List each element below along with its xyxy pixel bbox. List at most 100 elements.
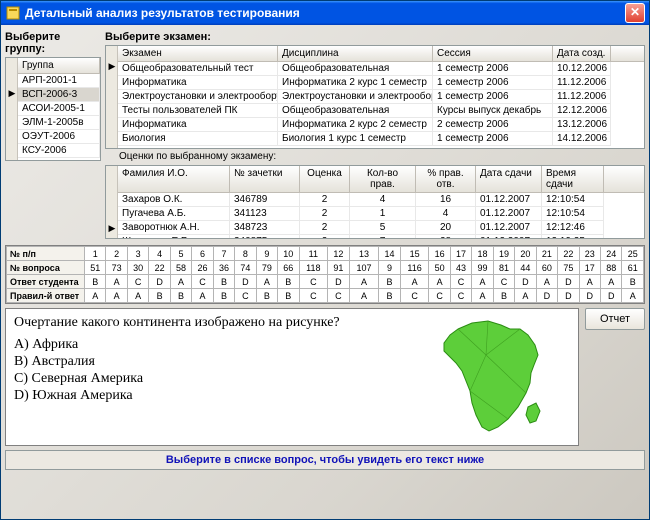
student-row[interactable]: Шарикова Е.Р.340875272801.12.200712:19:2… bbox=[118, 235, 644, 239]
answer-cell[interactable]: C bbox=[127, 275, 148, 289]
answer-cell[interactable]: 36 bbox=[213, 261, 234, 275]
answer-cell[interactable]: 1 bbox=[85, 247, 106, 261]
answer-cell[interactable]: A bbox=[536, 275, 557, 289]
answer-cell[interactable]: C bbox=[493, 275, 514, 289]
answer-cell[interactable]: B bbox=[149, 289, 170, 303]
answer-cell[interactable]: B bbox=[213, 289, 234, 303]
exam-row[interactable]: ИнформатикаИнформатика 2 курс 2 семестр2… bbox=[118, 118, 644, 132]
answer-cell[interactable]: 16 bbox=[429, 247, 450, 261]
answer-cell[interactable]: C bbox=[400, 289, 429, 303]
answer-cell[interactable]: 21 bbox=[536, 247, 557, 261]
answer-cell[interactable]: 116 bbox=[400, 261, 429, 275]
answer-cell[interactable]: 26 bbox=[192, 261, 213, 275]
answer-cell[interactable]: A bbox=[106, 275, 127, 289]
answer-cell[interactable]: A bbox=[349, 289, 379, 303]
answer-cell[interactable]: 9 bbox=[379, 261, 400, 275]
answer-cell[interactable]: 2 bbox=[106, 247, 127, 261]
close-button[interactable]: ✕ bbox=[625, 3, 645, 23]
group-row[interactable]: АРП-2001-1 bbox=[18, 74, 100, 88]
exam-row[interactable]: ИнформатикаИнформатика 2 курс 1 семестр1… bbox=[118, 76, 644, 90]
answer-cell[interactable]: 60 bbox=[536, 261, 557, 275]
exam-row[interactable]: Тесты пользователей ПКОбщеобразовательна… bbox=[118, 104, 644, 118]
answer-cell[interactable]: A bbox=[472, 275, 493, 289]
answer-cell[interactable]: 51 bbox=[85, 261, 106, 275]
answer-cell[interactable]: A bbox=[170, 275, 191, 289]
answer-cell[interactable]: B bbox=[493, 289, 514, 303]
answer-cell[interactable]: 50 bbox=[429, 261, 450, 275]
answer-cell[interactable]: 19 bbox=[493, 247, 514, 261]
answer-cell[interactable]: D bbox=[515, 275, 536, 289]
answer-cell[interactable]: A bbox=[622, 289, 644, 303]
report-button[interactable]: Отчет bbox=[585, 308, 645, 330]
answer-cell[interactable]: 73 bbox=[106, 261, 127, 275]
answer-cell[interactable]: 79 bbox=[256, 261, 277, 275]
answer-cell[interactable]: 8 bbox=[235, 247, 256, 261]
exam-row[interactable]: Общеобразовательный тестОбщеобразователь… bbox=[118, 62, 644, 76]
answer-cell[interactable]: 23 bbox=[579, 247, 600, 261]
answer-cell[interactable]: B bbox=[379, 275, 400, 289]
answer-cell[interactable]: D bbox=[558, 289, 579, 303]
answer-cell[interactable]: A bbox=[106, 289, 127, 303]
answer-cell[interactable]: 11 bbox=[299, 247, 328, 261]
answer-cell[interactable]: A bbox=[400, 275, 429, 289]
answer-cell[interactable]: 22 bbox=[558, 247, 579, 261]
student-row[interactable]: Пугачева А.Б.34112321401.12.200712:10:54 bbox=[118, 207, 644, 221]
answer-cell[interactable]: B bbox=[278, 275, 299, 289]
group-row[interactable]: ОЭУТ-2006 bbox=[18, 130, 100, 144]
answer-cell[interactable]: 24 bbox=[601, 247, 622, 261]
answer-cell[interactable]: A bbox=[85, 289, 106, 303]
answer-cell[interactable]: A bbox=[579, 275, 600, 289]
answer-cell[interactable]: 9 bbox=[256, 247, 277, 261]
answer-cell[interactable]: B bbox=[278, 289, 299, 303]
answer-cell[interactable]: 74 bbox=[235, 261, 256, 275]
answer-cell[interactable]: 18 bbox=[472, 247, 493, 261]
answer-cell[interactable]: 17 bbox=[450, 247, 471, 261]
answer-cell[interactable]: B bbox=[379, 289, 400, 303]
answer-cell[interactable]: A bbox=[127, 289, 148, 303]
answer-cell[interactable]: D bbox=[579, 289, 600, 303]
answer-cell[interactable]: 75 bbox=[558, 261, 579, 275]
group-row[interactable]: ВСП-2006-3 bbox=[18, 88, 100, 102]
answer-cell[interactable]: 6 bbox=[192, 247, 213, 261]
answer-cell[interactable]: 14 bbox=[379, 247, 400, 261]
answer-cell[interactable]: D bbox=[235, 275, 256, 289]
answer-cell[interactable]: D bbox=[536, 289, 557, 303]
answer-cell[interactable]: B bbox=[622, 275, 644, 289]
answer-cell[interactable]: 5 bbox=[170, 247, 191, 261]
answer-cell[interactable]: 66 bbox=[278, 261, 299, 275]
answer-cell[interactable]: 99 bbox=[472, 261, 493, 275]
answer-cell[interactable]: 81 bbox=[493, 261, 514, 275]
answer-cell[interactable]: C bbox=[299, 289, 328, 303]
group-listbox[interactable]: ▶ Группа АРП-2001-1ВСП-2006-3АСОИ-2005-1… bbox=[5, 57, 101, 161]
answer-cell[interactable]: 25 bbox=[622, 247, 644, 261]
answer-cell[interactable]: 10 bbox=[278, 247, 299, 261]
students-table[interactable]: ▶ Фамилия И.О. № зачетки Оценка Кол-во п… bbox=[105, 165, 645, 239]
group-row[interactable]: КСУ-2006 bbox=[18, 144, 100, 158]
answer-cell[interactable]: 88 bbox=[601, 261, 622, 275]
group-row[interactable]: АСОИ-2005-1 bbox=[18, 102, 100, 116]
student-row[interactable]: Захаров О.К.346789241601.12.200712:10:54 bbox=[118, 193, 644, 207]
answer-cell[interactable]: C bbox=[450, 275, 471, 289]
answer-cell[interactable]: C bbox=[235, 289, 256, 303]
student-row[interactable]: Заворотнюк А.Н.348723252001.12.200712:12… bbox=[118, 221, 644, 235]
answer-cell[interactable]: 17 bbox=[579, 261, 600, 275]
answer-cell[interactable]: C bbox=[429, 289, 450, 303]
answer-cell[interactable]: C bbox=[328, 289, 349, 303]
answer-cell[interactable]: 91 bbox=[328, 261, 349, 275]
answer-cell[interactable]: 12 bbox=[328, 247, 349, 261]
answer-cell[interactable]: C bbox=[450, 289, 471, 303]
answer-cell[interactable]: 22 bbox=[149, 261, 170, 275]
answer-cell[interactable]: 118 bbox=[299, 261, 328, 275]
answer-cell[interactable]: 20 bbox=[515, 247, 536, 261]
answer-cell[interactable]: 13 bbox=[349, 247, 379, 261]
answer-cell[interactable]: D bbox=[601, 289, 622, 303]
answer-cell[interactable]: 61 bbox=[622, 261, 644, 275]
answer-cell[interactable]: 43 bbox=[450, 261, 471, 275]
answer-cell[interactable]: B bbox=[213, 275, 234, 289]
answer-cell[interactable]: 107 bbox=[349, 261, 379, 275]
answer-cell[interactable]: 4 bbox=[149, 247, 170, 261]
answer-cell[interactable]: 58 bbox=[170, 261, 191, 275]
answer-cell[interactable]: A bbox=[192, 289, 213, 303]
answer-cell[interactable]: D bbox=[149, 275, 170, 289]
answer-cell[interactable]: A bbox=[429, 275, 450, 289]
